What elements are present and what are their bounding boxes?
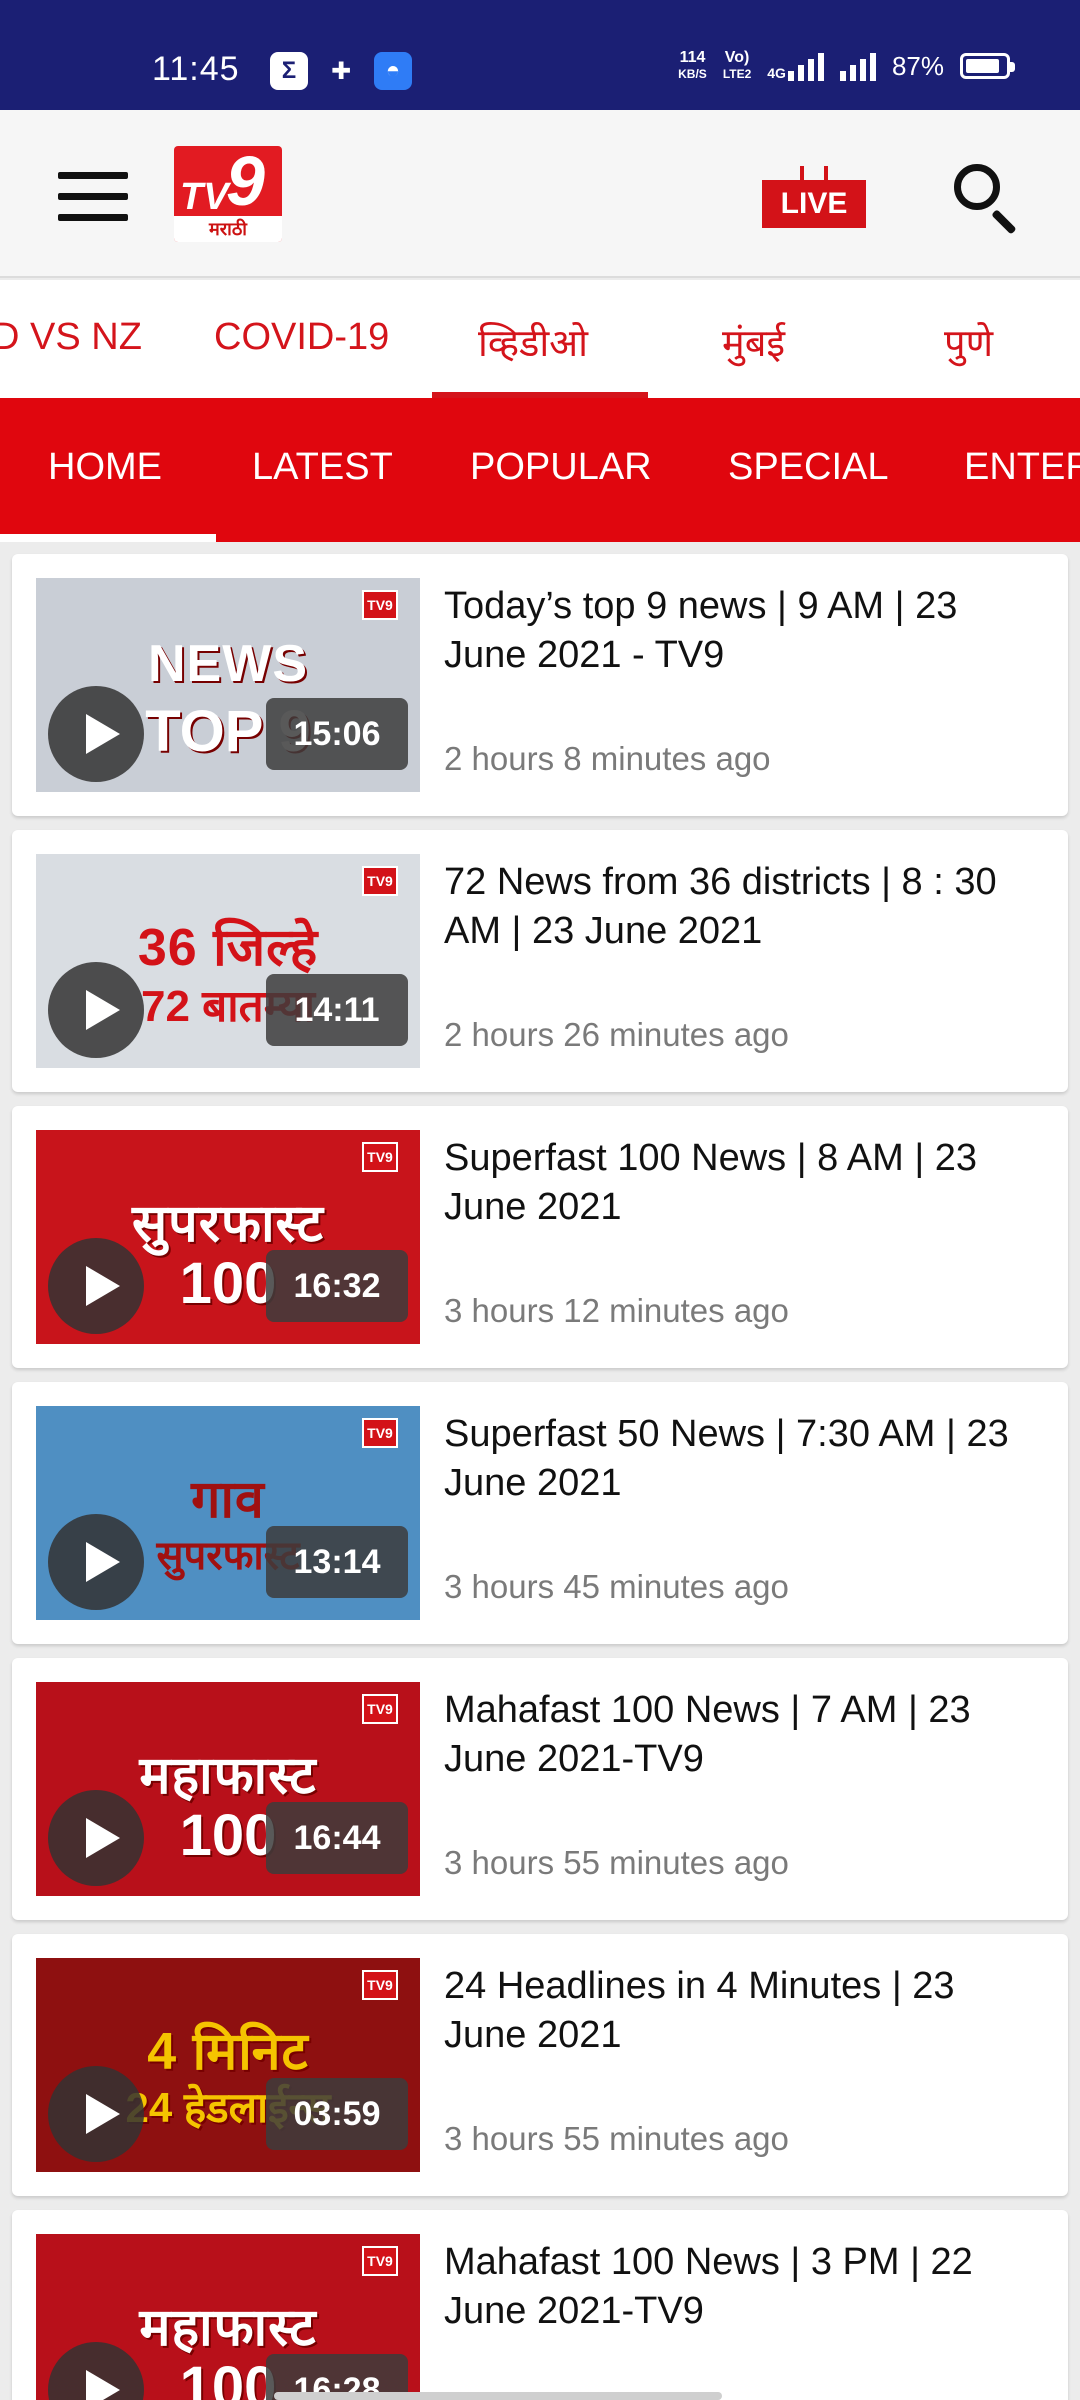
app-bar: TV 9 मराठी LIVE bbox=[0, 110, 1080, 278]
tv9-badge-icon: TV9 bbox=[362, 1418, 398, 1448]
tv9-badge-icon: TV9 bbox=[362, 1694, 398, 1724]
net-speed: 114 KB/S bbox=[678, 49, 707, 82]
video-title[interactable]: 72 News from 36 districts | 8 : 30 AM | … bbox=[444, 858, 1044, 956]
play-icon[interactable] bbox=[48, 2066, 144, 2162]
android-icon: ◓ bbox=[374, 52, 412, 90]
play-icon[interactable] bbox=[48, 962, 144, 1058]
play-icon[interactable] bbox=[48, 686, 144, 782]
video-title[interactable]: Mahafast 100 News | 3 PM | 22 June 2021-… bbox=[444, 2238, 1044, 2336]
video-card[interactable]: महाफास्ट 100 TV9 16:28 Mahafast 100 News… bbox=[12, 2210, 1068, 2400]
tab-latest[interactable]: LATEST bbox=[252, 446, 393, 489]
tab-bar: HOME LATEST POPULAR SPECIAL ENTER bbox=[0, 398, 1080, 542]
video-card[interactable]: गाव सुपरफास्ट TV9 13:14 Superfast 50 New… bbox=[12, 1382, 1068, 1644]
video-thumbnail[interactable]: 36 जिल्हे 72 बातम्या TV9 14:11 bbox=[36, 854, 420, 1068]
status-right: 114 KB/S Vo) LTE2 4G 87% bbox=[678, 49, 1015, 82]
video-time: 2 hours 8 minutes ago bbox=[444, 740, 771, 777]
tv9-marathi-logo[interactable]: TV 9 मराठी bbox=[174, 146, 282, 242]
video-duration: 16:44 bbox=[266, 1802, 408, 1874]
category-item[interactable]: मुंबई bbox=[722, 316, 785, 368]
status-time: 11:45 bbox=[152, 50, 240, 88]
search-icon[interactable] bbox=[950, 160, 1022, 235]
category-bar: D VS NZ COVID-19 व्हिडीओ मुंबई पुणे bbox=[0, 280, 1080, 398]
tab-popular[interactable]: POPULAR bbox=[470, 446, 652, 489]
video-time: 3 hours 55 minutes ago bbox=[444, 1844, 789, 1881]
video-thumbnail[interactable]: सुपरफास्ट 100 TV9 16:32 bbox=[36, 1130, 420, 1344]
video-thumbnail[interactable]: NEWS TOP 9 TV9 15:06 bbox=[36, 578, 420, 792]
tv9-badge-icon: TV9 bbox=[362, 2246, 398, 2276]
category-item-videos[interactable]: व्हिडीओ bbox=[478, 316, 588, 368]
battery-icon bbox=[960, 53, 1015, 79]
tab-entertainment[interactable]: ENTER bbox=[964, 446, 1080, 489]
video-duration: 13:14 bbox=[266, 1526, 408, 1598]
video-time: 3 hours 12 minutes ago bbox=[444, 1292, 789, 1329]
status-bar: 11:45 Σ ✚ ◓ 114 KB/S Vo) LTE2 4G 87% bbox=[0, 0, 1080, 110]
video-title[interactable]: 24 Headlines in 4 Minutes | 23 June 2021 bbox=[444, 1962, 1044, 2060]
notification-icons: Σ ✚ ◓ bbox=[270, 52, 412, 90]
battery-percent: 87% bbox=[891, 50, 944, 81]
video-card[interactable]: 4 मिनिट 24 हेडलाईन्स TV9 03:59 24 Headli… bbox=[12, 1934, 1068, 2196]
category-item[interactable]: पुणे bbox=[944, 316, 993, 368]
video-thumbnail[interactable]: महाफास्ट 100 TV9 16:28 bbox=[36, 2234, 420, 2400]
signal-icon bbox=[839, 51, 876, 81]
video-thumbnail[interactable]: महाफास्ट 100 TV9 16:44 bbox=[36, 1682, 420, 1896]
category-item[interactable]: D VS NZ bbox=[0, 316, 142, 359]
video-duration: 16:32 bbox=[266, 1250, 408, 1322]
video-title[interactable]: Superfast 100 News | 8 AM | 23 June 2021 bbox=[444, 1134, 1044, 1232]
video-feed[interactable]: NEWS TOP 9 TV9 15:06 Today’s top 9 news … bbox=[0, 542, 1080, 2400]
video-card[interactable]: महाफास्ट 100 TV9 16:44 Mahafast 100 News… bbox=[12, 1658, 1068, 1920]
menu-icon[interactable] bbox=[58, 172, 128, 221]
video-title[interactable]: Today’s top 9 news | 9 AM | 23 June 2021… bbox=[444, 582, 1044, 680]
video-time: 2 hours 26 minutes ago bbox=[444, 1016, 789, 1053]
puzzle-icon: ✚ bbox=[330, 57, 352, 85]
video-title[interactable]: Mahafast 100 News | 7 AM | 23 June 2021-… bbox=[444, 1686, 1044, 1784]
live-button[interactable]: LIVE bbox=[762, 166, 866, 228]
tv9-badge-icon: TV9 bbox=[362, 866, 398, 896]
tv9-badge-icon: TV9 bbox=[362, 590, 398, 620]
video-thumbnail[interactable]: 4 मिनिट 24 हेडलाईन्स TV9 03:59 bbox=[36, 1958, 420, 2172]
tab-selected-indicator bbox=[0, 534, 216, 542]
category-item[interactable]: COVID-19 bbox=[214, 316, 389, 359]
sigma-icon: Σ bbox=[270, 52, 308, 90]
video-duration: 03:59 bbox=[266, 2078, 408, 2150]
video-thumbnail[interactable]: गाव सुपरफास्ट TV9 13:14 bbox=[36, 1406, 420, 1620]
play-icon[interactable] bbox=[48, 1238, 144, 1334]
video-time: 3 hours 55 minutes ago bbox=[444, 2120, 789, 2157]
play-icon[interactable] bbox=[48, 1514, 144, 1610]
video-duration: 14:11 bbox=[266, 974, 408, 1046]
play-icon[interactable] bbox=[48, 1790, 144, 1886]
video-duration: 15:06 bbox=[266, 698, 408, 770]
video-card[interactable]: सुपरफास्ट 100 TV9 16:32 Superfast 100 Ne… bbox=[12, 1106, 1068, 1368]
live-label: LIVE bbox=[762, 180, 866, 228]
scrollbar[interactable] bbox=[274, 2392, 722, 2400]
video-card[interactable]: 36 जिल्हे 72 बातम्या TV9 14:11 72 News f… bbox=[12, 830, 1068, 1092]
tv9-badge-icon: TV9 bbox=[362, 1970, 398, 2000]
tab-home[interactable]: HOME bbox=[48, 446, 162, 489]
video-card[interactable]: NEWS TOP 9 TV9 15:06 Today’s top 9 news … bbox=[12, 554, 1068, 816]
tv9-badge-icon: TV9 bbox=[362, 1142, 398, 1172]
tab-special[interactable]: SPECIAL bbox=[728, 446, 889, 489]
signal-4g-icon: 4G bbox=[767, 51, 824, 81]
video-time: 3 hours 45 minutes ago bbox=[444, 1568, 789, 1605]
volte-icon: Vo) LTE2 bbox=[722, 49, 752, 82]
video-title[interactable]: Superfast 50 News | 7:30 AM | 23 June 20… bbox=[444, 1410, 1044, 1508]
